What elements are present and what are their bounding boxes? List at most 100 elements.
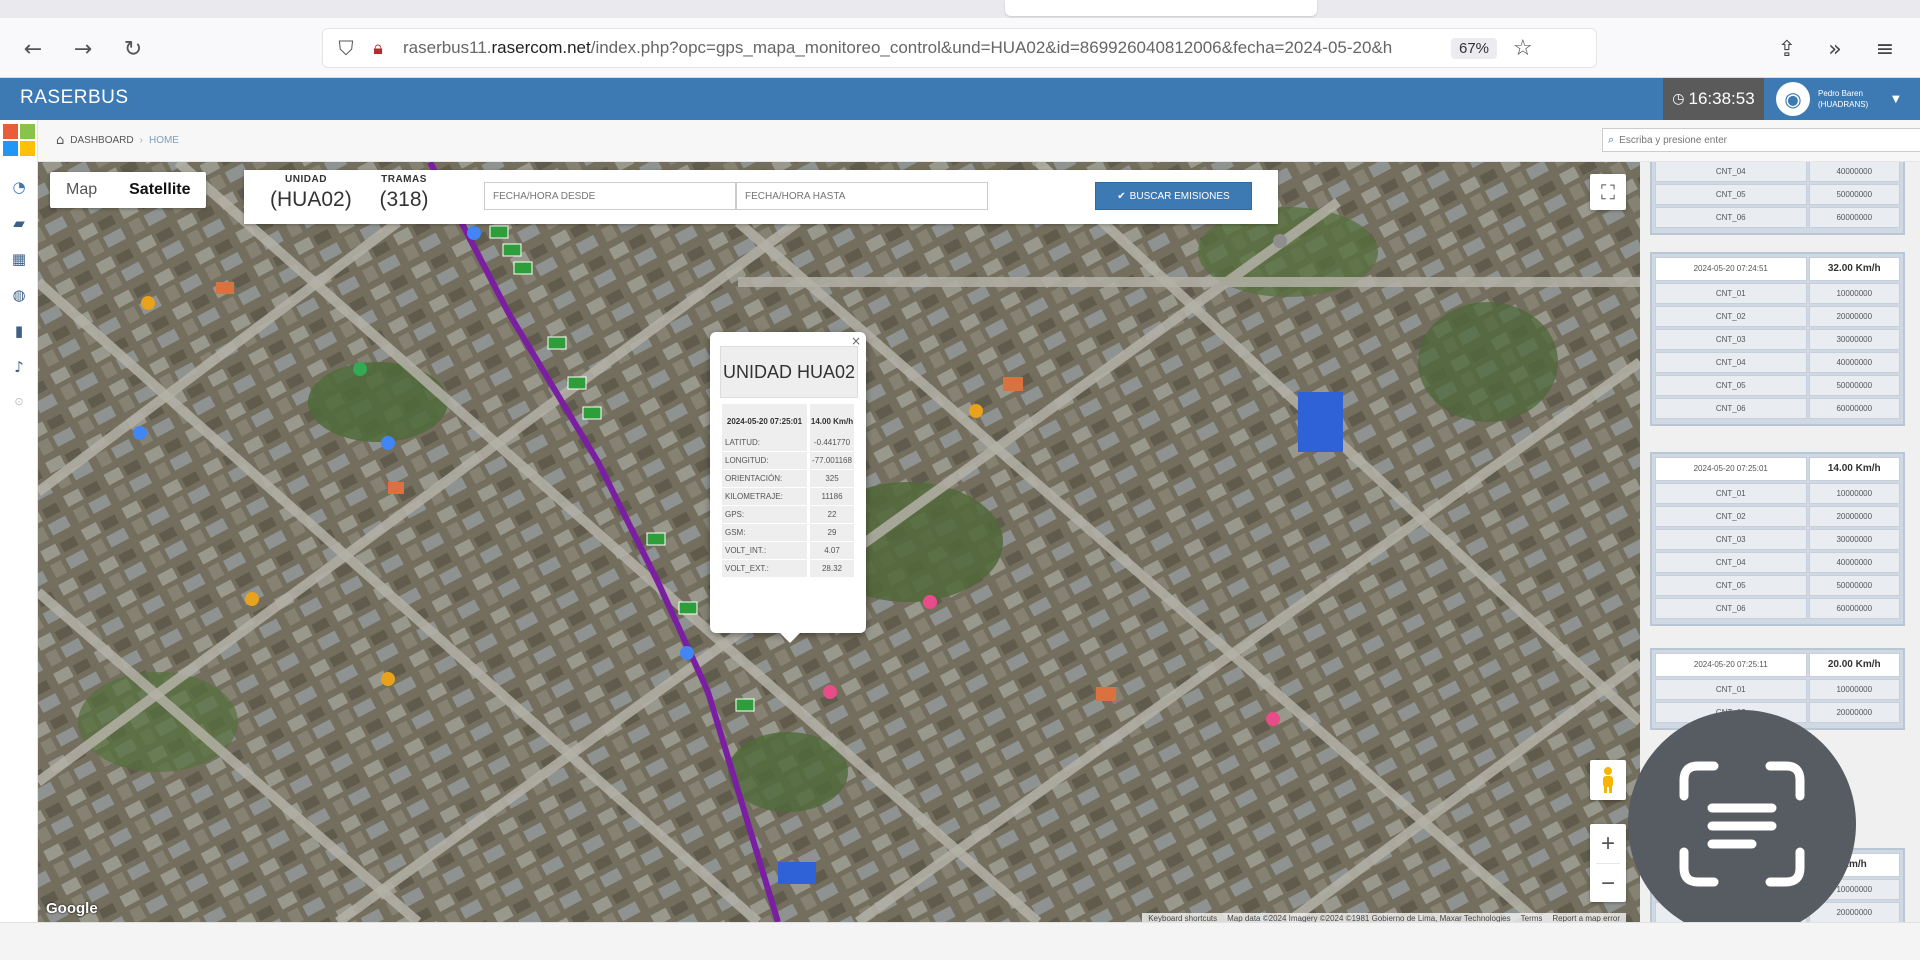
emission-counter-label: CNT_01 xyxy=(1655,679,1807,700)
map-data-text: Map data ©2024 Imagery ©2024 ©1981 Gobie… xyxy=(1227,914,1511,922)
emission-row: CNT_04 40000000 xyxy=(1655,552,1900,573)
lock-icon[interactable]: 🔒︎ xyxy=(365,35,391,61)
emission-group: 2024-05-20 07:24:51 32.00 Km/h CNT_01 10000… xyxy=(1650,252,1905,426)
active-tab[interactable] xyxy=(1005,0,1317,16)
breadcrumb-separator: › xyxy=(139,135,143,146)
fecha-hasta-input[interactable] xyxy=(736,182,988,210)
url-text[interactable]: raserbus11.rasercom.net/index.php?opc=gp… xyxy=(403,38,1443,58)
fecha-desde-input[interactable] xyxy=(484,182,736,210)
info-row-label: VOLT_EXT.: xyxy=(722,560,807,577)
extensions-icon[interactable]: ⇪ xyxy=(1770,32,1804,66)
keyboard-shortcuts-link[interactable]: Keyboard shortcuts xyxy=(1148,914,1217,922)
info-row-label: GSM: xyxy=(722,524,807,541)
emission-counter-value: 20000000 xyxy=(1808,902,1900,922)
emission-row: CNT_05 50000000 xyxy=(1655,184,1900,205)
forward-arrow-icon[interactable]: → xyxy=(66,32,100,66)
back-arrow-icon[interactable]: ← xyxy=(16,32,50,66)
report-error-link[interactable]: Report a map error xyxy=(1552,914,1620,922)
scan-text-icon xyxy=(1679,761,1805,887)
browser-toolbar: ← → ↻ ⛉ 🔒︎ raserbus11.rasercom.net/index… xyxy=(0,18,1920,78)
filter-panel: UNIDAD (HUA02) TRAMAS (318) ✔ BUSCAR EMI… xyxy=(244,170,1278,224)
terms-link[interactable]: Terms xyxy=(1521,914,1543,922)
info-row-value: 325 xyxy=(810,470,854,487)
emission-row: CNT_06 60000000 xyxy=(1655,207,1900,228)
shield-icon[interactable]: ⛉ xyxy=(333,35,359,61)
emission-counter-value: 30000000 xyxy=(1808,329,1900,350)
check-icon: ✔ xyxy=(1117,190,1126,202)
unidad-label: UNIDAD xyxy=(285,174,327,185)
reload-icon[interactable]: ↻ xyxy=(116,32,150,66)
info-row-label: LONGITUD: xyxy=(722,452,807,469)
emission-counter-value: 40000000 xyxy=(1808,552,1900,573)
emission-counter-label: CNT_04 xyxy=(1655,162,1807,182)
menu-icon[interactable]: ≡ xyxy=(1868,32,1902,66)
collapse-icon[interactable]: ⊙ xyxy=(8,390,30,412)
emission-group: CNT_04 40000000 CNT_05 50000000 CNT_06 600000… xyxy=(1650,162,1905,235)
map-type-satellite-button[interactable]: Satellite xyxy=(113,172,206,208)
emission-counter-value: 10000000 xyxy=(1808,283,1900,304)
map-type-control: Map Satellite xyxy=(50,172,207,208)
zoom-in-button[interactable]: + xyxy=(1590,824,1626,863)
emission-counter-value: 20000000 xyxy=(1808,506,1900,527)
search-input[interactable] xyxy=(1619,134,1920,146)
search-icon: ⌕ xyxy=(1608,133,1615,146)
info-row-value: 4.07 xyxy=(810,542,854,559)
user-menu[interactable]: ◉ Pedro Baren (HUADRANS) ▼ xyxy=(1776,82,1920,116)
brand-title[interactable]: RASERBUS xyxy=(20,87,129,109)
star-icon[interactable]: ☆ xyxy=(1513,36,1533,61)
emission-date: 2024-05-20 07:24:51 xyxy=(1655,257,1807,281)
unidad-value: (HUA02) xyxy=(270,188,352,211)
info-row: ORIENTACIÓN: 325 xyxy=(722,470,854,487)
emission-counter-label: CNT_04 xyxy=(1655,552,1807,573)
fullscreen-icon[interactable]: ⛶ xyxy=(1590,174,1626,210)
breadcrumb-bar: ⌂ DASHBOARD › HOME ⌕ xyxy=(38,120,1920,162)
emission-counter-value: 40000000 xyxy=(1808,352,1900,373)
unit-info-window: × UNIDAD HUA02 2024-05-20 07:25:01 14.00… xyxy=(710,332,866,643)
emission-counter-label: CNT_06 xyxy=(1655,398,1807,419)
left-sidebar: ◔ ▰ ▦ ◍ ▮ ♪ ⊙ xyxy=(0,120,38,922)
emission-counter-label: CNT_05 xyxy=(1655,375,1807,396)
satellite-map[interactable]: Map Satellite UNIDAD (HUA02) TRAMAS (318… xyxy=(38,162,1640,922)
emission-row: CNT_0110000000 xyxy=(1655,283,1900,304)
breadcrumb-home[interactable]: HOME xyxy=(149,135,179,146)
caret-down-icon[interactable]: ▼ xyxy=(1892,94,1900,105)
emission-row: CNT_03 30000000 xyxy=(1655,329,1900,350)
breadcrumb-dashboard[interactable]: DASHBOARD xyxy=(70,135,133,146)
scan-text-button[interactable] xyxy=(1628,710,1856,938)
globe-icon[interactable]: ◍ xyxy=(8,284,30,306)
dashboard-icon[interactable]: ◔ xyxy=(8,176,30,198)
emission-counter-value: 20000000 xyxy=(1808,306,1900,327)
emission-row: CNT_06 60000000 xyxy=(1655,398,1900,419)
info-title: UNIDAD HUA02 xyxy=(720,346,858,398)
bell-icon[interactable]: ♪ xyxy=(8,356,30,378)
avatar[interactable]: ◉ xyxy=(1776,82,1810,116)
info-speed: 14.00 Km/h xyxy=(810,404,854,438)
emission-counter-value: 30000000 xyxy=(1808,529,1900,550)
folder-icon[interactable]: ▰ xyxy=(8,212,30,234)
google-logo[interactable]: Google xyxy=(46,900,98,917)
zoom-level[interactable]: 67% xyxy=(1451,37,1498,59)
emission-row: CNT_0220000000 xyxy=(1655,506,1900,527)
zoom-out-button[interactable]: − xyxy=(1590,864,1626,903)
info-row-label: LATITUD: xyxy=(722,434,807,451)
url-bar[interactable]: ⛉ 🔒︎ raserbus11.rasercom.net/index.php?o… xyxy=(322,28,1597,68)
map-type-map-button[interactable]: Map xyxy=(50,172,113,208)
overflow-icon[interactable]: » xyxy=(1818,32,1852,66)
buscar-emisiones-button[interactable]: ✔ BUSCAR EMISIONES xyxy=(1095,182,1252,210)
unidad-field: UNIDAD (HUA02) xyxy=(270,174,352,212)
pegman-icon[interactable] xyxy=(1590,760,1626,800)
app-logo[interactable] xyxy=(3,124,35,156)
emission-counter-label: CNT_06 xyxy=(1655,207,1807,228)
info-row-label: VOLT_INT.: xyxy=(722,542,807,559)
bookmark-icon[interactable]: ▮ xyxy=(8,320,30,342)
map-attribution: Keyboard shortcuts Map data ©2024 Imager… xyxy=(1142,913,1626,922)
info-row-label: GPS: xyxy=(722,506,807,523)
home-icon[interactable]: ⌂ xyxy=(56,133,64,148)
emission-counter-label: CNT_06 xyxy=(1655,598,1807,619)
search-box[interactable]: ⌕ xyxy=(1602,128,1920,152)
info-row-value: 28.32 xyxy=(810,560,854,577)
emission-counter-label: CNT_05 xyxy=(1655,184,1807,205)
emission-counter-label: CNT_02 xyxy=(1655,506,1807,527)
emission-row: CNT_03 30000000 xyxy=(1655,529,1900,550)
calendar-icon[interactable]: ▦ xyxy=(8,248,30,270)
